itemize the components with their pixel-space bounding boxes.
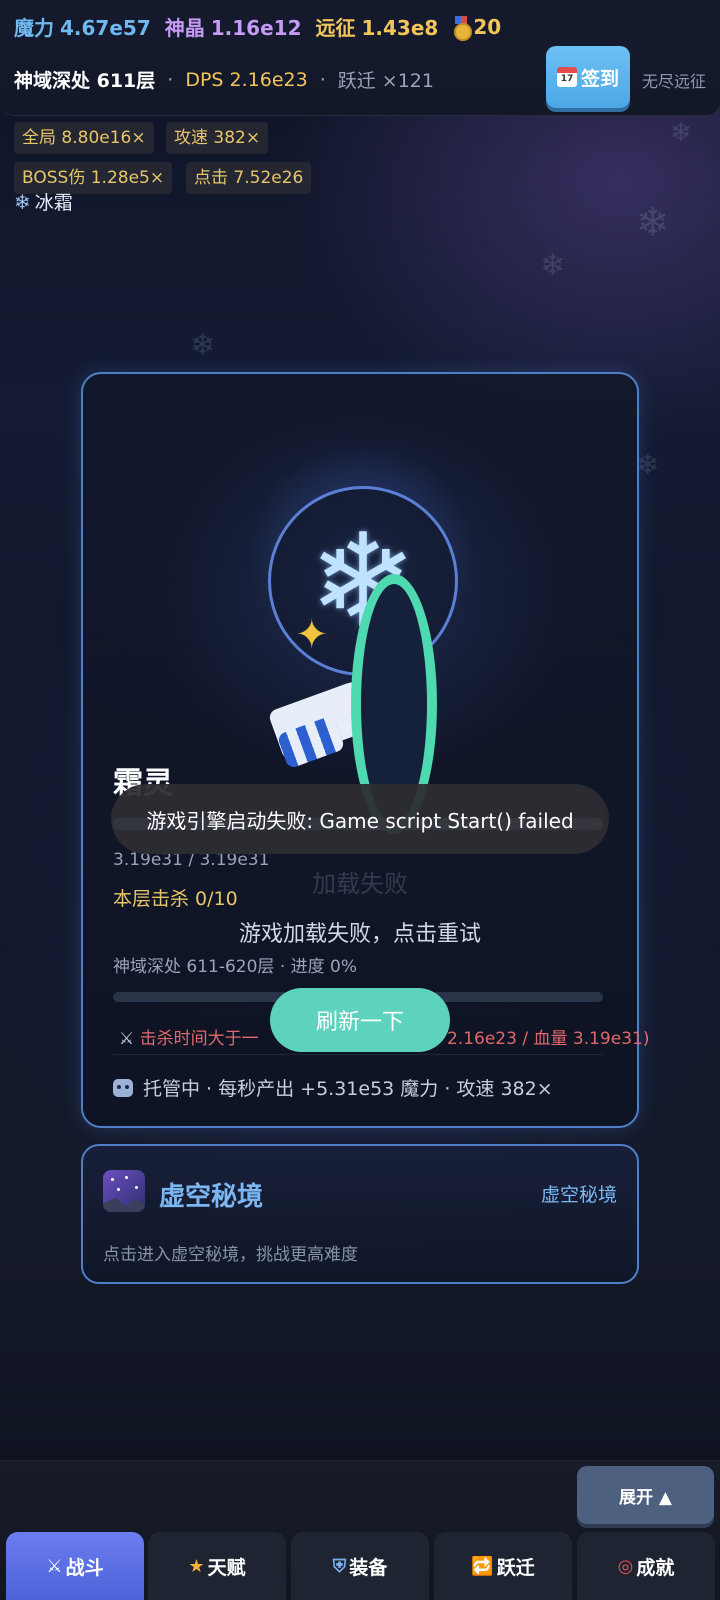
medal-icon bbox=[452, 15, 473, 41]
frost-icon: ❄ bbox=[14, 189, 31, 214]
void-realm-card[interactable]: 虚空秘境 虚空秘境 点击进入虚空秘境，挑战更高难度 bbox=[81, 1144, 639, 1284]
bottom-nav: ⚔ 战斗 ★ 天赋 ⛨ 装备 🔁 跃迁 ◎ 成就 bbox=[0, 1532, 720, 1600]
signin-button[interactable]: 17 签到 bbox=[546, 46, 630, 108]
mana-value: 4.67e57 bbox=[60, 16, 151, 40]
top-status-bar: 魔力 4.67e57 神晶 1.16e12 远征 1.43e8 20 神域深处 … bbox=[0, 0, 720, 116]
expedition-label: 远征 bbox=[315, 16, 356, 40]
nav-tab-label: 天赋 bbox=[207, 1556, 246, 1579]
nav-tab-label: 跃迁 bbox=[496, 1556, 535, 1579]
void-realm-icon bbox=[103, 1170, 145, 1212]
buff-chip-click: 点击 7.52e26 bbox=[186, 162, 312, 194]
crossed-swords-icon: ⚔ bbox=[119, 1029, 140, 1049]
buff-chip-attack-speed: 攻速 382× bbox=[166, 122, 269, 154]
calendar-icon: 17 bbox=[556, 67, 577, 87]
background-snowflake-icon: ❄ bbox=[636, 448, 660, 481]
auto-battle-text: 托管中 · 每秒产出 +5.31e53 魔力 · 攻速 382× bbox=[143, 1078, 553, 1100]
separator-dot: · bbox=[167, 68, 174, 91]
nav-tab-achievement[interactable]: ◎ 成就 bbox=[577, 1532, 715, 1600]
auto-battle-status: 托管中 · 每秒产出 +5.31e53 魔力 · 攻速 382× bbox=[113, 1074, 553, 1101]
element-label: 冰霜 bbox=[34, 192, 73, 214]
nav-tab-label: 战斗 bbox=[65, 1556, 104, 1579]
signin-label: 签到 bbox=[580, 67, 619, 90]
medal-count: 20 bbox=[473, 14, 502, 39]
background-snowflake-icon: ❄ bbox=[190, 328, 216, 363]
divider bbox=[113, 1054, 603, 1055]
nav-tab-equipment[interactable]: ⛨ 装备 bbox=[291, 1532, 429, 1600]
shield-icon: ⛨ bbox=[332, 1555, 347, 1577]
kill-time-warning: ⚔ 击杀时间大于一 bbox=[119, 1029, 259, 1049]
jump-count: 跃迁 ×121 bbox=[337, 70, 434, 92]
background-snowflake-icon: ❄ bbox=[636, 200, 670, 246]
crystal-resource: 神晶 1.16e12 bbox=[165, 12, 302, 41]
robot-icon bbox=[113, 1078, 133, 1097]
void-realm-title: 虚空秘境 bbox=[159, 1182, 264, 1212]
background-snowflake-icon: ❄ bbox=[670, 118, 692, 148]
floor-kill-count: 本层击杀 0/10 bbox=[113, 888, 238, 910]
resource-row: 魔力 4.67e57 神晶 1.16e12 远征 1.43e8 20 bbox=[14, 12, 501, 41]
expand-button[interactable]: 展开 ▲ bbox=[577, 1466, 714, 1524]
mana-label: 魔力 bbox=[14, 16, 54, 40]
floor-label: 神域深处 611层 bbox=[14, 70, 156, 92]
floor-info-row: 神域深处 611层 · DPS 2.16e23 · 跃迁 ×121 bbox=[14, 66, 434, 93]
kill-time-warning-detail: 2.16e23 / 血量 3.19e31) bbox=[447, 1029, 650, 1049]
medal-counter: 20 bbox=[452, 14, 502, 41]
nav-tab-talent[interactable]: ★ 天赋 bbox=[148, 1532, 286, 1600]
nav-tab-label: 装备 bbox=[349, 1556, 388, 1579]
separator-dot: · bbox=[319, 68, 326, 91]
mana-resource: 魔力 4.67e57 bbox=[14, 12, 151, 41]
refresh-button[interactable]: 刷新一下 bbox=[270, 988, 450, 1052]
repeat-icon: 🔁 bbox=[471, 1555, 494, 1577]
nav-tab-jump[interactable]: 🔁 跃迁 bbox=[434, 1532, 572, 1600]
floor-range-progress: 神域深处 611-620层 · 进度 0% bbox=[113, 957, 358, 977]
nav-tab-battle[interactable]: ⚔ 战斗 bbox=[6, 1532, 144, 1600]
void-realm-link[interactable]: 虚空秘境 bbox=[541, 1180, 617, 1207]
expedition-resource: 远征 1.43e8 bbox=[316, 12, 439, 41]
element-tag: ❄ 冰霜 bbox=[14, 188, 73, 215]
void-realm-description: 点击进入虚空秘境，挑战更高难度 bbox=[103, 1245, 358, 1265]
dps-value: DPS 2.16e23 bbox=[185, 68, 308, 91]
swords-icon: ⚔ bbox=[46, 1555, 63, 1577]
retry-hint[interactable]: 游戏加载失败，点击重试 bbox=[83, 916, 637, 948]
expedition-value: 1.43e8 bbox=[361, 16, 439, 40]
crystal-label: 神晶 bbox=[164, 16, 205, 40]
crystal-value: 1.16e12 bbox=[210, 16, 302, 40]
nav-tab-label: 成就 bbox=[636, 1556, 675, 1579]
sparkle-icon: ✦ bbox=[295, 612, 329, 658]
target-icon: ◎ bbox=[617, 1555, 634, 1577]
buff-chip-global: 全局 8.80e16× bbox=[14, 122, 154, 154]
star-icon: ★ bbox=[188, 1555, 205, 1577]
error-toast: 游戏引擎启动失败: Game script Start() failed bbox=[111, 784, 609, 854]
background-snowflake-icon: ❄ bbox=[540, 248, 566, 283]
endless-expedition-link[interactable]: 无尽远征 bbox=[642, 68, 706, 92]
